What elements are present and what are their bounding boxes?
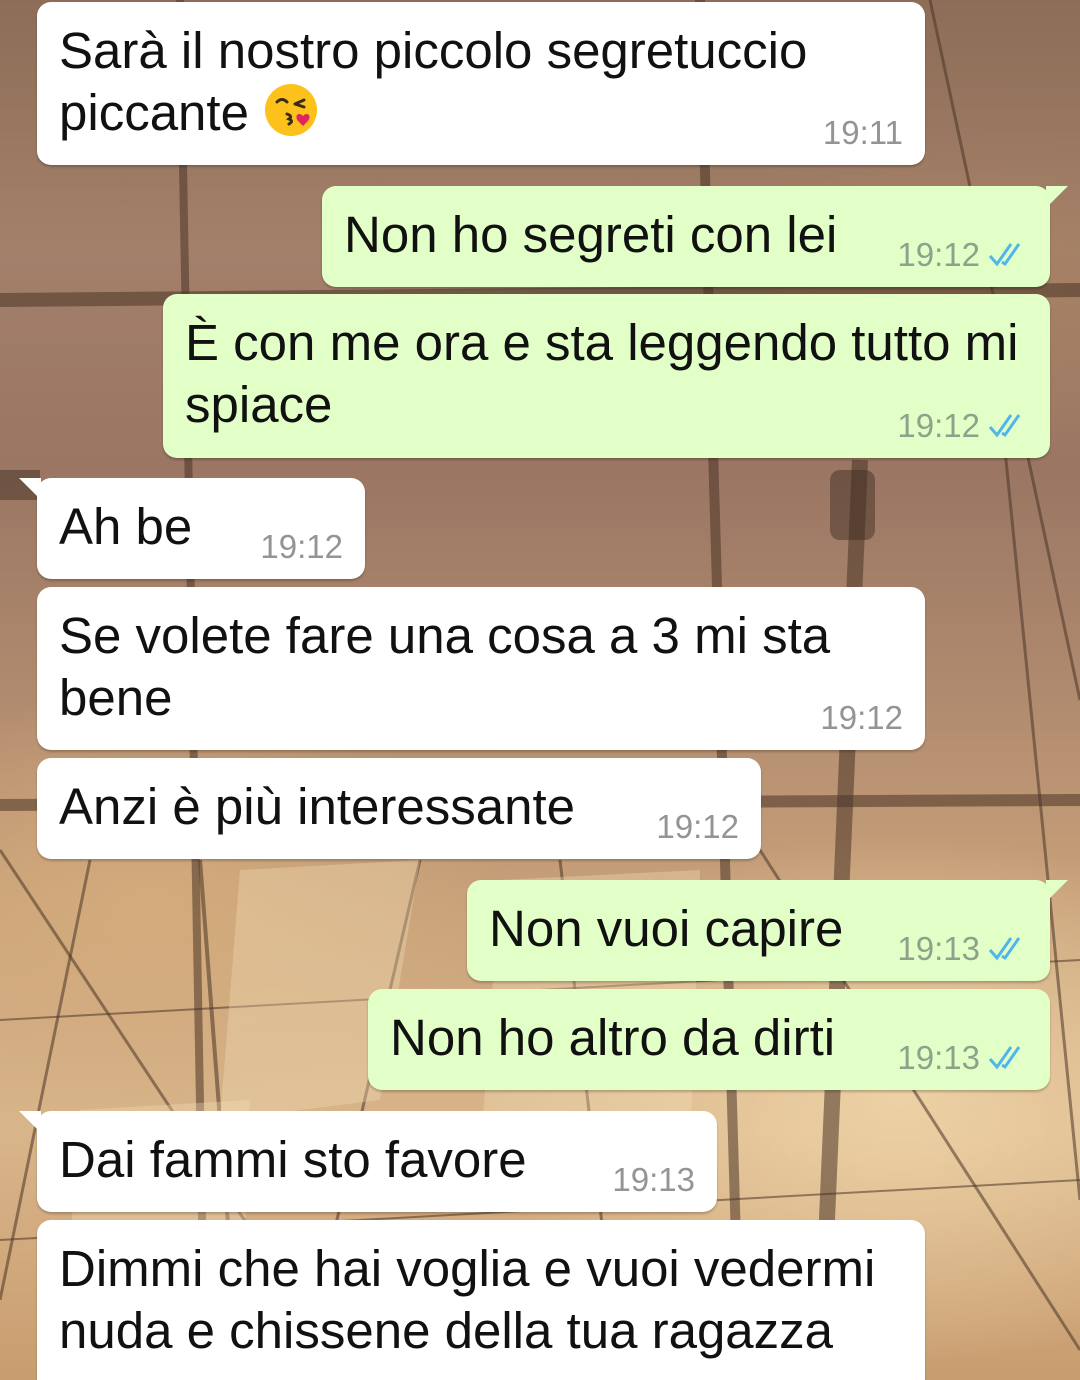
double-check-icon [988, 937, 1021, 961]
message-meta: 19:12 [656, 809, 739, 845]
double-check-icon [988, 414, 1021, 438]
message-meta: 19:12 [897, 408, 1028, 444]
message-time: 19:12 [897, 236, 980, 273]
double-check-icon [988, 243, 1021, 267]
message-time: 19:13 [612, 1161, 695, 1198]
incoming-message[interactable]: Dimmi che hai voglia e vuoi vedermi nuda… [37, 1220, 925, 1380]
message-time: 19:13 [897, 1039, 980, 1076]
message-time: 19:12 [656, 808, 739, 845]
message-time: 19:13 [897, 930, 980, 967]
message-time: 19:12 [897, 407, 980, 444]
message-meta: 19:13 [897, 1040, 1028, 1076]
incoming-message[interactable]: Se volete fare una cosa a 3 mi sta bene … [37, 587, 925, 750]
message-text: Se volete fare una cosa a 3 mi sta bene [59, 607, 845, 726]
outgoing-message[interactable]: Non ho segreti con lei 19:12 [322, 186, 1068, 287]
message-meta: 19:13 [612, 1162, 695, 1198]
conversation[interactable]: Sarà il nostro piccolo segretuccio picca… [0, 0, 1080, 1380]
message-text: Dai fammi sto favore [59, 1131, 527, 1188]
outgoing-message[interactable]: Non ho altro da dirti 19:13 [368, 989, 1050, 1090]
message-time: 19:12 [260, 528, 343, 565]
message-time: 19:12 [820, 699, 903, 736]
outgoing-message[interactable]: È con me ora e sta leggendo tutto mi spi… [163, 294, 1050, 458]
message-meta: 19:11 [823, 115, 903, 151]
message-time: 19:11 [822, 114, 903, 151]
incoming-message[interactable]: Ah be 19:12 [19, 478, 365, 579]
message-text: Sarà il nostro piccolo segretuccio picca… [59, 22, 822, 141]
message-meta: 19:12 [820, 700, 903, 736]
message-meta: 19:12 [897, 237, 1028, 273]
double-check-icon [988, 1046, 1021, 1070]
message-meta: 19:13 [897, 931, 1028, 967]
face-blowing-a-kiss-emoji [265, 84, 318, 136]
incoming-message[interactable]: Anzi è più interessante 19:12 [37, 758, 761, 859]
message-meta: 19:12 [260, 529, 343, 565]
message-text: Dimmi che hai voglia e vuoi vedermi nuda… [59, 1240, 890, 1359]
outgoing-message[interactable]: Non vuoi capire 19:13 [467, 880, 1068, 981]
incoming-message[interactable]: Dai fammi sto favore 19:13 [19, 1111, 717, 1212]
message-text: Anzi è più interessante [59, 778, 575, 835]
incoming-message[interactable]: Sarà il nostro piccolo segretuccio picca… [37, 2, 925, 165]
